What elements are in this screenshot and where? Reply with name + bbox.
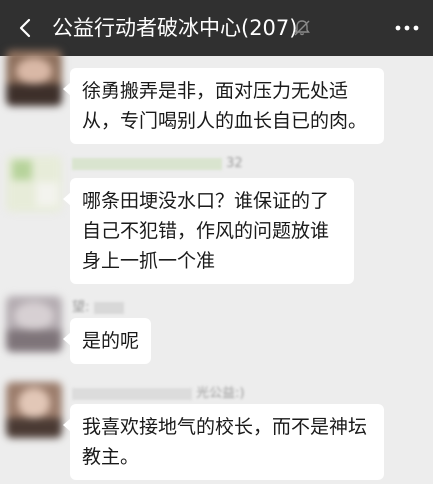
- chevron-left-icon: [19, 18, 31, 38]
- sender-name-text: 望:: [72, 300, 90, 315]
- sender-name-text: 32: [226, 156, 243, 171]
- chat-title: 公益行动者破冰中心(207): [52, 16, 298, 40]
- message-text: 哪条田埂没水口？谁保证的了自己不犯错，作风的问题放谁身上一抓一个准: [82, 190, 330, 272]
- more-dots-icon: [395, 25, 419, 31]
- sender-name: 望:: [72, 296, 124, 315]
- avatar[interactable]: [6, 296, 62, 352]
- more-button[interactable]: [385, 8, 429, 48]
- avatar[interactable]: [6, 156, 62, 212]
- message-bubble[interactable]: 我喜欢接地气的校长，而不是神坛教主。: [63, 404, 384, 480]
- sender-name: 32: [72, 156, 243, 171]
- message-text: 我喜欢接地气的校长，而不是神坛教主。: [82, 416, 368, 468]
- message-bubble[interactable]: 徐勇搬弄是非，面对压力无处适从，专门喝别人的血长自已的肉。: [63, 68, 384, 144]
- sender-name-text: 光公益:): [196, 386, 245, 401]
- avatar[interactable]: [6, 50, 62, 106]
- message-text: 徐勇搬弄是非，面对压力无处适从，专门喝别人的血长自已的肉。: [82, 80, 368, 132]
- message-bubble[interactable]: 哪条田埂没水口？谁保证的了自己不犯错，作风的问题放谁身上一抓一个准: [63, 178, 354, 284]
- message-text: 是的呢: [82, 330, 140, 352]
- chat-header: 公益行动者破冰中心(207): [0, 0, 433, 56]
- message-bubble[interactable]: 是的呢: [62, 318, 152, 364]
- avatar[interactable]: [6, 382, 62, 438]
- bell-off-icon: [292, 18, 312, 38]
- sender-name: 光公益:): [72, 382, 245, 401]
- back-button[interactable]: [6, 8, 46, 48]
